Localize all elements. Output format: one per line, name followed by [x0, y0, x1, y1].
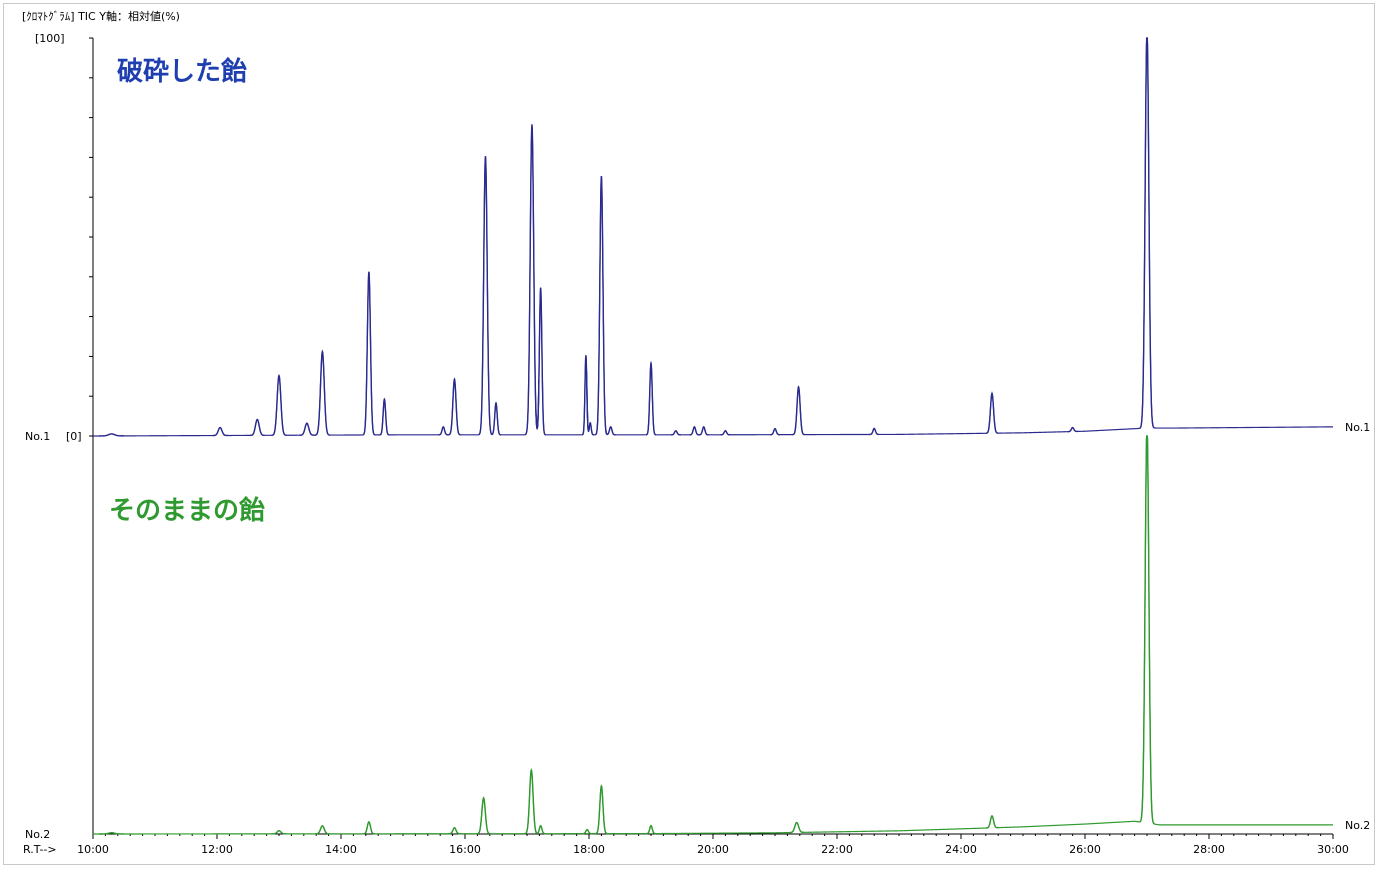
- peak: [689, 426, 700, 436]
- peak: [985, 392, 999, 434]
- peak: [595, 176, 608, 436]
- series2-name-label: No.2: [25, 828, 50, 841]
- x-tick-label: 10:00: [77, 843, 109, 856]
- y-zero-label: [0]: [66, 430, 82, 443]
- x-tick-label: 14:00: [325, 843, 357, 856]
- peak: [249, 418, 265, 437]
- peak: [869, 427, 880, 436]
- rt-label: R.T-->: [23, 843, 57, 856]
- peak: [476, 796, 491, 835]
- peak: [605, 426, 616, 436]
- peak: [670, 430, 681, 436]
- peak: [299, 422, 315, 436]
- peak: [314, 825, 330, 835]
- peak: [789, 821, 805, 834]
- peak: [535, 824, 546, 835]
- series1-name-label: No.1: [25, 430, 50, 443]
- traces-group: [93, 37, 1333, 835]
- trace-no2: [93, 435, 1333, 835]
- series1-title: 破砕した飴: [117, 56, 247, 87]
- x-tick-label: 24:00: [945, 843, 977, 856]
- peak: [595, 784, 608, 835]
- y-top-label: [100]: [35, 32, 65, 45]
- peak: [985, 815, 999, 829]
- x-tick-label: 30:00: [1317, 843, 1349, 856]
- x-ticks-group: 10:00 12:00 14:00 16:00 18:00 20:00 22:00 24:00…: [77, 834, 1349, 856]
- peak: [770, 427, 780, 436]
- peak: [645, 360, 657, 436]
- peak: [1067, 426, 1078, 433]
- series2-title: そのままの飴: [109, 495, 265, 526]
- peak: [379, 397, 390, 436]
- peak: [448, 827, 461, 835]
- x-tick-label: 20:00: [697, 843, 729, 856]
- x-tick-label: 28:00: [1193, 843, 1225, 856]
- peak: [99, 433, 124, 437]
- peak: [698, 426, 709, 436]
- x-tick-label: 18:00: [573, 843, 605, 856]
- peak: [478, 156, 493, 436]
- peak: [524, 124, 540, 436]
- peak: [646, 824, 656, 835]
- x-tick-label: 26:00: [1069, 843, 1101, 856]
- x-tick-label: 22:00: [821, 843, 853, 856]
- peak: [524, 768, 539, 835]
- peak: [585, 371, 594, 436]
- peak: [362, 821, 376, 835]
- x-tick-label: 12:00: [201, 843, 233, 856]
- peak: [438, 426, 449, 436]
- peak: [582, 828, 593, 835]
- peak: [362, 271, 376, 436]
- series2-end-label: No.2: [1345, 819, 1370, 832]
- peak: [582, 355, 591, 436]
- peak: [1139, 435, 1155, 825]
- series1-end-label: No.1: [1345, 421, 1370, 434]
- peak: [314, 349, 330, 436]
- peak: [271, 829, 287, 835]
- peak: [212, 426, 228, 437]
- peak: [1139, 37, 1155, 429]
- peak: [448, 377, 461, 436]
- chart-header: [ｸﾛﾏﾄｸﾞﾗﾑ] TIC Y軸：相対値(%): [22, 9, 180, 23]
- peak: [720, 430, 731, 436]
- peak: [271, 373, 287, 436]
- peak: [490, 401, 502, 436]
- peak: [534, 287, 546, 436]
- peak: [792, 385, 805, 436]
- chromatogram-chart: [ｸﾛﾏﾄｸﾞﾗﾑ] TIC Y軸：相対値(%) [100] No.1 [0] …: [22, 9, 1370, 856]
- x-tick-label: 16:00: [449, 843, 481, 856]
